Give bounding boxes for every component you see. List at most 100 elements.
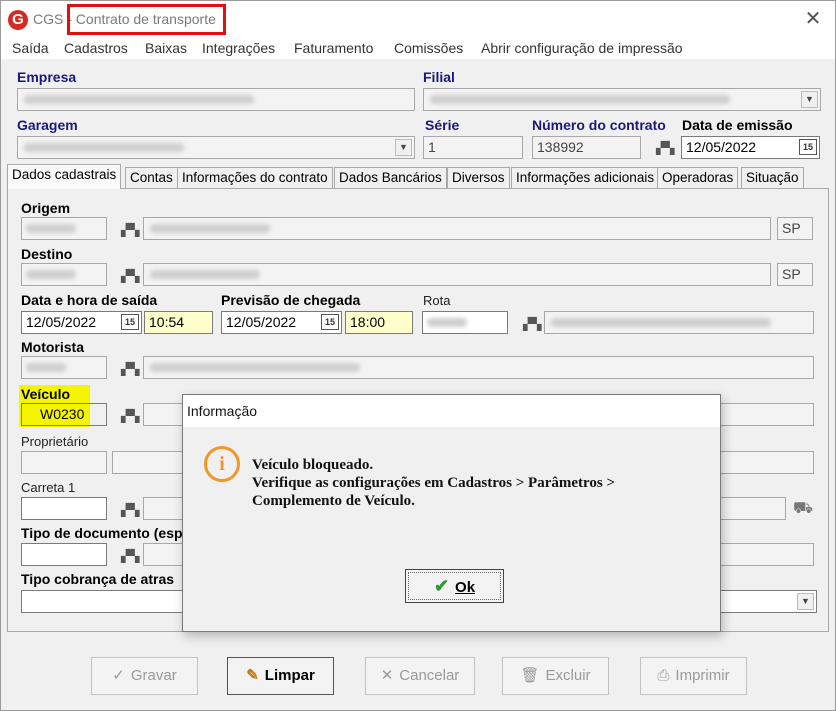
menu-bar: Saída Cadastros Baixas Integrações Fatur… (1, 37, 835, 59)
origem-code-redacted (26, 224, 76, 233)
saida-label: Data e hora de saída (21, 292, 158, 308)
menu-faturamento[interactable]: Faturamento (294, 40, 373, 56)
garagem-label: Garagem (17, 117, 78, 133)
filial-dropdown-icon[interactable]: ▼ (801, 91, 818, 108)
destino-name-redacted (150, 270, 260, 279)
data-emissao-value: 12/05/2022 (686, 139, 757, 155)
close-icon[interactable]: ✕ (801, 7, 825, 31)
imprimir-button-label: Imprimir (675, 667, 730, 684)
menu-comissoes[interactable]: Comissões (394, 40, 463, 56)
serie-field[interactable]: 1 (423, 136, 523, 159)
tab-dados-bancarios[interactable]: Dados Bancários (334, 167, 447, 188)
motorista-label: Motorista (21, 339, 84, 355)
origem-name-field[interactable] (143, 217, 771, 240)
garagem-select[interactable]: ▼ (17, 136, 415, 159)
limpar-button[interactable]: ✎ Limpar (227, 657, 334, 695)
filial-redacted (430, 95, 730, 104)
carreta-label: Carreta 1 (21, 480, 76, 495)
rota-name-redacted (551, 318, 771, 327)
chegada-date-field[interactable]: 12/05/2022 15 (221, 311, 342, 334)
numero-contrato-field[interactable]: 138992 (532, 136, 641, 159)
search-veiculo-icon[interactable]: ▞▚ (121, 409, 139, 423)
tab-diversos[interactable]: Diversos (447, 167, 510, 188)
saida-date-field[interactable]: 12/05/2022 15 (21, 311, 142, 334)
empresa-redacted (24, 95, 254, 104)
menu-baixas[interactable]: Baixas (145, 40, 187, 56)
tipo-documento-code-field[interactable] (21, 543, 107, 566)
chegada-label: Previsão de chegada (221, 292, 361, 308)
motorista-name-redacted (150, 363, 360, 372)
search-motorista-icon[interactable]: ▞▚ (121, 362, 139, 376)
destino-label: Destino (21, 246, 73, 262)
empresa-field[interactable] (17, 88, 415, 111)
excluir-button-label: Excluir (545, 667, 591, 684)
chegada-calendar-icon[interactable]: 15 (321, 314, 339, 330)
veiculo-field[interactable]: W0230 (21, 403, 107, 426)
saida-time-field[interactable]: 10:54 (144, 311, 213, 334)
ok-button-label: Ok (455, 579, 476, 596)
motorista-code-redacted (26, 363, 66, 372)
rota-code-redacted (427, 318, 467, 327)
tab-situacao[interactable]: Situação (741, 167, 804, 188)
origem-name-redacted (150, 224, 270, 233)
origem-uf-field[interactable]: SP (777, 217, 813, 240)
motorista-code-field[interactable] (21, 356, 107, 379)
search-destino-icon[interactable]: ▞▚ (121, 269, 139, 283)
dialog-message-line-1: Veículo bloqueado. (252, 457, 374, 473)
tipo-cobranca-label: Tipo cobrança de atras (21, 571, 175, 587)
filial-label: Filial (423, 69, 455, 85)
dialog-message: Veículo bloqueado. Verifique as configur… (252, 456, 615, 510)
tab-informacoes-contrato[interactable]: Informações do contrato (177, 167, 333, 188)
search-contrato-icon[interactable]: ▞▚ (656, 141, 674, 155)
rota-label: Rota (423, 293, 451, 308)
tab-dados-cadastrais[interactable]: Dados cadastrais (7, 164, 122, 189)
printer-icon: ⎙ (657, 667, 670, 684)
calendar-icon[interactable]: 15 (799, 139, 817, 155)
saida-calendar-icon[interactable]: 15 (121, 314, 139, 330)
ok-button[interactable]: ✔ Ok (405, 569, 504, 603)
data-emissao-field[interactable]: 12/05/2022 15 (681, 136, 820, 159)
menu-saida[interactable]: Saída (12, 40, 49, 56)
imprimir-button[interactable]: ⎙ Imprimir (640, 657, 747, 695)
title-highlight-box (67, 4, 226, 35)
search-tipo-documento-icon[interactable]: ▞▚ (121, 549, 139, 563)
proprietario-code-field[interactable] (21, 451, 107, 474)
excluir-button[interactable]: 🗑 Excluir (502, 657, 609, 695)
carreta-code-field[interactable] (21, 497, 107, 520)
motorista-name-field[interactable] (143, 356, 814, 379)
menu-cadastros[interactable]: Cadastros (64, 40, 128, 56)
filial-select[interactable]: ▼ (423, 88, 821, 111)
rota-code-field[interactable] (422, 311, 508, 334)
origem-code-field[interactable] (21, 217, 107, 240)
search-rota-icon[interactable]: ▞▚ (523, 317, 541, 331)
app-logo-icon: G (8, 10, 28, 30)
rota-name-field[interactable] (544, 311, 814, 334)
app-name: CGS (33, 11, 64, 27)
cancelar-button[interactable]: ✕ Cancelar (365, 657, 475, 695)
search-carreta-icon[interactable]: ▞▚ (121, 503, 139, 517)
chegada-time-field[interactable]: 18:00 (345, 311, 413, 334)
information-dialog: Informação i Veículo bloqueado. Verifiqu… (182, 394, 721, 632)
destino-name-field[interactable] (143, 263, 771, 286)
veiculo-label: Veículo (21, 386, 71, 402)
serie-label: Série (425, 117, 460, 133)
destino-code-field[interactable] (21, 263, 107, 286)
gravar-button[interactable]: ✓ Gravar (91, 657, 198, 695)
destino-code-redacted (26, 270, 76, 279)
check-icon: ✔ (433, 576, 450, 596)
tab-contas[interactable]: Contas (125, 167, 178, 188)
saida-date-value: 12/05/2022 (26, 314, 97, 330)
tipo-cobranca-dropdown-icon[interactable]: ▼ (797, 593, 814, 610)
menu-abrir-configuracao[interactable]: Abrir configuração de impressão (481, 40, 683, 56)
menu-integracoes[interactable]: Integrações (202, 40, 275, 56)
cancel-icon: ✕ (380, 667, 394, 684)
empresa-label: Empresa (17, 69, 77, 85)
garagem-dropdown-icon[interactable]: ▼ (395, 139, 412, 156)
dialog-title-bar: Informação (183, 395, 720, 427)
tab-operadoras[interactable]: Operadoras (657, 167, 739, 188)
truck-icon[interactable]: ⛟ (793, 499, 813, 519)
gravar-button-label: Gravar (130, 667, 177, 684)
tab-informacoes-adicionais[interactable]: Informações adicionais (511, 167, 660, 188)
destino-uf-field[interactable]: SP (777, 263, 813, 286)
search-origem-icon[interactable]: ▞▚ (121, 223, 139, 237)
